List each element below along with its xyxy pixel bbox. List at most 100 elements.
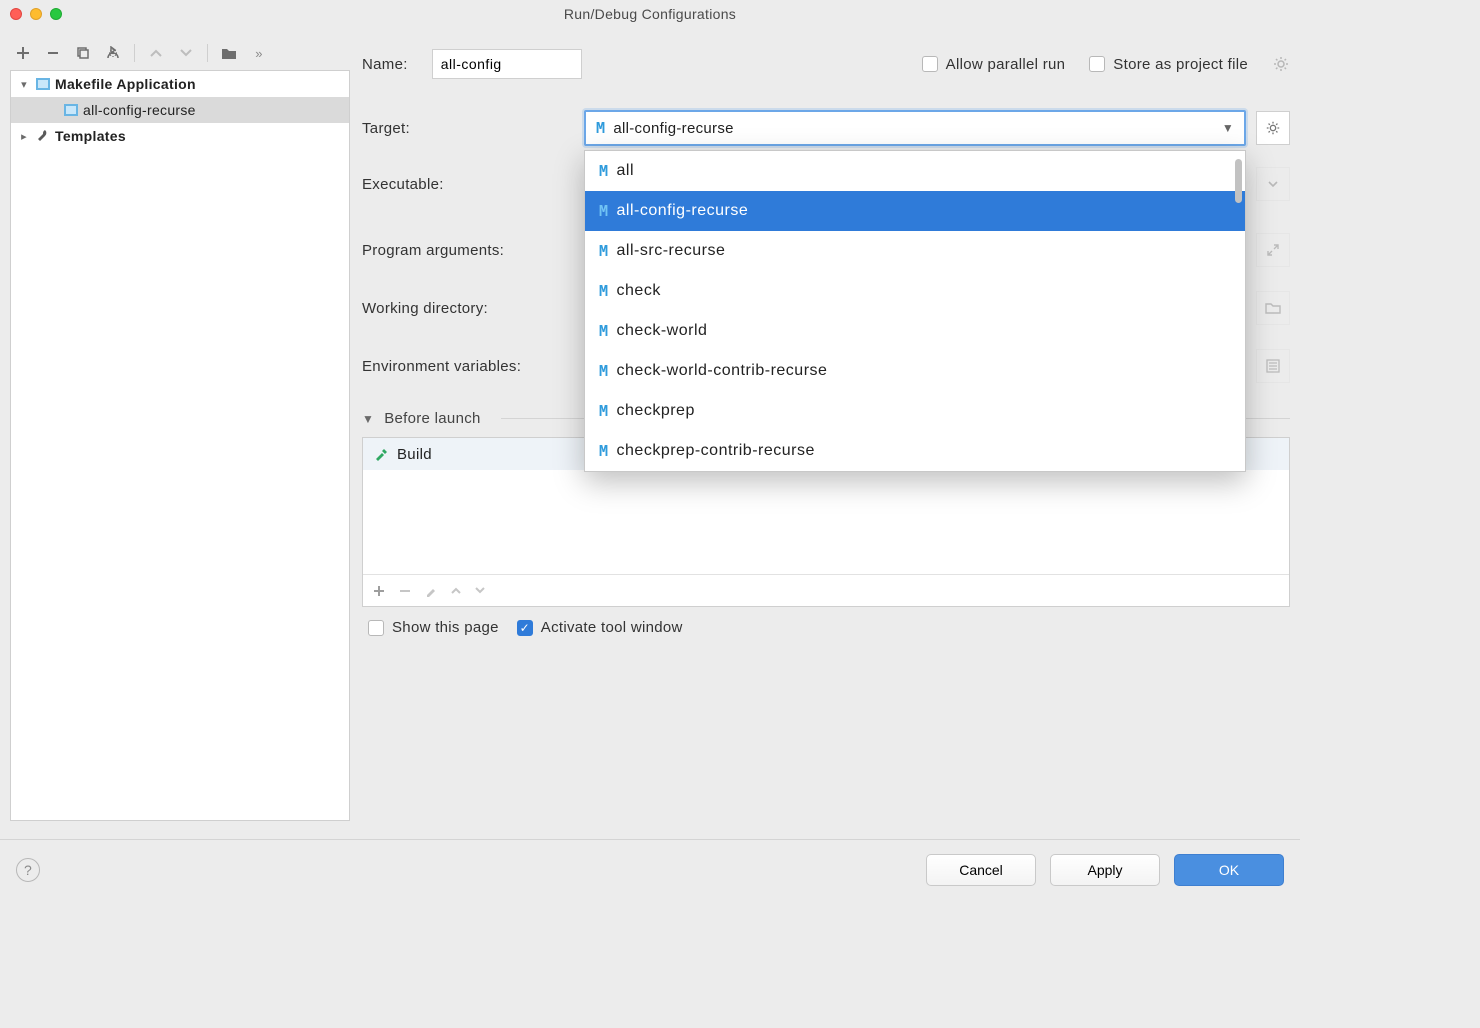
target-option[interactable]: Mcheck-world-contrib-recurse (585, 351, 1245, 391)
bl-move-up-button[interactable] (451, 587, 461, 594)
target-option-label: check-world (617, 322, 708, 340)
hammer-icon (373, 446, 389, 462)
target-option[interactable]: Mall-src-recurse (585, 231, 1245, 271)
name-label: Name: (362, 56, 408, 73)
make-target-icon: M (599, 402, 609, 420)
dialog-footer: ? Cancel Apply OK (0, 839, 1300, 900)
checkbox-box (922, 56, 938, 72)
before-launch-item-label: Build (397, 446, 432, 463)
make-target-icon: M (599, 322, 609, 340)
makefile-app-icon (63, 102, 79, 118)
target-label: Target: (362, 120, 572, 137)
environment-variables-label: Environment variables: (362, 358, 602, 375)
make-target-icon: M (599, 442, 609, 460)
target-combo-value: all-config-recurse (613, 120, 733, 137)
target-option[interactable]: Mcheck (585, 271, 1245, 311)
bl-edit-button[interactable] (425, 585, 437, 597)
edit-templates-button[interactable] (104, 44, 122, 62)
toolbar-overflow-button[interactable]: » (250, 44, 268, 62)
folder-button[interactable] (220, 44, 238, 62)
bl-move-down-button[interactable] (475, 587, 485, 594)
make-target-icon: M (599, 202, 609, 220)
config-tree[interactable]: ▾ Makefile Application all-config-recurs… (10, 70, 350, 821)
tree-item-label: all-config-recurse (83, 102, 196, 118)
env-vars-list-button[interactable] (1256, 349, 1290, 383)
target-option[interactable]: Mcheckprep (585, 391, 1245, 431)
target-option-label: all (617, 162, 635, 180)
before-launch-toolbar (363, 574, 1289, 606)
target-option-label: all-src-recurse (617, 242, 726, 260)
tree-item-all-config-recurse[interactable]: all-config-recurse (11, 97, 349, 123)
tree-group-makefile-application[interactable]: ▾ Makefile Application (11, 71, 349, 97)
checkbox-box (1089, 56, 1105, 72)
make-target-icon: M (599, 162, 609, 180)
name-row: Name: Allow parallel run Store as projec… (362, 40, 1290, 88)
working-directory-label: Working directory: (362, 300, 572, 317)
target-option-label: all-config-recurse (617, 202, 749, 220)
make-target-icon: M (596, 119, 605, 137)
apply-button[interactable]: Apply (1050, 854, 1160, 886)
move-down-button[interactable] (177, 44, 195, 62)
help-button[interactable]: ? (16, 858, 40, 882)
target-row: Target: M all-config-recurse ▼ Mall Ma (362, 104, 1290, 152)
target-option[interactable]: Mall (585, 151, 1245, 191)
browse-folder-button[interactable] (1256, 291, 1290, 325)
checkbox-box (368, 620, 384, 636)
config-toolbar: » (10, 40, 350, 70)
chevron-down-icon: ▾ (17, 78, 31, 91)
chevron-right-icon: ▸ (17, 130, 31, 143)
chevron-down-icon: ▼ (362, 412, 374, 426)
move-up-button[interactable] (147, 44, 165, 62)
bl-add-button[interactable] (373, 585, 385, 597)
cancel-button[interactable]: Cancel (926, 854, 1036, 886)
target-combo-wrap: M all-config-recurse ▼ Mall Mall-config-… (584, 110, 1290, 146)
make-target-icon: M (599, 362, 609, 380)
dialog-body: » ▾ Makefile Application all-config-recu… (0, 28, 1300, 821)
executable-label: Executable: (362, 176, 572, 193)
tree-group-templates[interactable]: ▸ Templates (11, 123, 349, 149)
target-settings-button[interactable] (1256, 111, 1290, 145)
target-option-label: checkprep (617, 402, 695, 420)
target-option-label: check (617, 282, 661, 300)
tree-group-label: Templates (55, 128, 126, 144)
target-option[interactable]: Mall-config-recurse (585, 191, 1245, 231)
activate-tool-window-checkbox[interactable]: ✓ Activate tool window (517, 619, 683, 636)
remove-config-button[interactable] (44, 44, 62, 62)
target-option-label: checkprep-contrib-recurse (617, 442, 815, 460)
make-target-icon: M (599, 242, 609, 260)
expand-args-button[interactable] (1256, 233, 1290, 267)
show-this-page-checkbox[interactable]: Show this page (368, 619, 499, 636)
bl-remove-button[interactable] (399, 585, 411, 597)
run-debug-config-window: Run/Debug Configurations (0, 0, 1300, 900)
program-arguments-label: Program arguments: (362, 242, 572, 259)
titlebar: Run/Debug Configurations (0, 0, 1300, 28)
copy-config-button[interactable] (74, 44, 92, 62)
chevron-down-icon: ▼ (1222, 121, 1234, 135)
store-as-project-file-checkbox[interactable]: Store as project file (1089, 56, 1248, 73)
checkbox-label: Store as project file (1113, 56, 1248, 73)
target-option[interactable]: Mcheckprep-contrib-recurse (585, 431, 1245, 471)
bottom-checkboxes: Show this page ✓ Activate tool window (362, 607, 1290, 636)
checkbox-label: Activate tool window (541, 619, 683, 636)
checkbox-box: ✓ (517, 620, 533, 636)
ok-button[interactable]: OK (1174, 854, 1284, 886)
wrench-icon (35, 128, 51, 144)
executable-dropdown-button[interactable] (1256, 167, 1290, 201)
gear-icon[interactable] (1272, 55, 1290, 73)
config-form-panel: Name: Allow parallel run Store as projec… (362, 40, 1290, 821)
checkbox-label: Show this page (392, 619, 499, 636)
target-option[interactable]: Mcheck-world (585, 311, 1245, 351)
dropdown-scrollbar[interactable] (1235, 159, 1242, 203)
tree-group-label: Makefile Application (55, 76, 196, 92)
target-combo[interactable]: M all-config-recurse ▼ (584, 110, 1246, 146)
makefile-app-icon (35, 76, 51, 92)
allow-parallel-run-checkbox[interactable]: Allow parallel run (922, 56, 1066, 73)
toolbar-separator (134, 44, 135, 62)
make-target-icon: M (599, 282, 609, 300)
target-dropdown[interactable]: Mall Mall-config-recurse Mall-src-recurs… (584, 150, 1246, 472)
name-input[interactable] (432, 49, 582, 79)
checkbox-label: Allow parallel run (946, 56, 1066, 73)
before-launch-label: Before launch (384, 410, 480, 427)
window-title: Run/Debug Configurations (0, 6, 1300, 22)
add-config-button[interactable] (14, 44, 32, 62)
